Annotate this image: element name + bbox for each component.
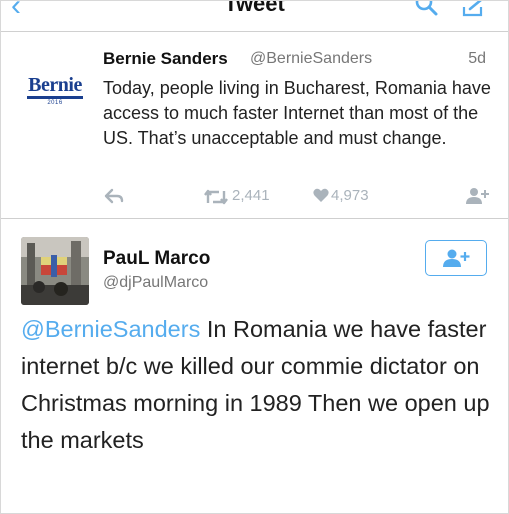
search-icon[interactable] (413, 1, 441, 24)
follow-button[interactable] (425, 240, 487, 276)
author-handle[interactable]: @djPaulMarco (103, 274, 208, 292)
add-user-icon (443, 249, 470, 267)
tweet-actions: 2,441 4,973 (1, 182, 508, 212)
add-user-icon[interactable] (466, 187, 490, 210)
heart-icon[interactable] (313, 188, 329, 208)
tweet-timestamp: 5d (468, 50, 486, 67)
logo-underline (27, 96, 83, 99)
retweet-count: 2,441 (232, 187, 270, 204)
nav-bar: ‹ Tweet (1, 1, 508, 32)
mention-link[interactable]: @BernieSanders (21, 316, 200, 342)
author-handle[interactable]: @BernieSanders (250, 50, 372, 68)
tweet-reply[interactable]: PauL Marco @djPaulMarco @BernieSanders I… (1, 219, 508, 513)
compose-icon[interactable] (461, 1, 491, 24)
tweet-bernie[interactable]: Bernie 2016 Bernie Sanders @BernieSander… (1, 32, 508, 219)
like-count: 4,973 (331, 187, 369, 204)
logo-text: Bernie (28, 74, 82, 96)
author-name[interactable]: Bernie Sanders (103, 49, 228, 69)
logo-year: 2016 (47, 100, 63, 106)
tweet-text: Today, people living in Bucharest, Roman… (103, 78, 491, 148)
avatar[interactable] (21, 237, 89, 305)
tweet-text: @BernieSanders In Romania we have faster… (21, 311, 495, 459)
reply-icon[interactable] (104, 188, 124, 209)
retweet-icon[interactable] (203, 188, 229, 211)
tweet-screen: ‹ Tweet Bernie 2016 Bernie Sanders @Bern… (0, 0, 509, 514)
bernie-logo[interactable]: Bernie 2016 (25, 74, 85, 108)
author-name[interactable]: PauL Marco (103, 248, 210, 270)
